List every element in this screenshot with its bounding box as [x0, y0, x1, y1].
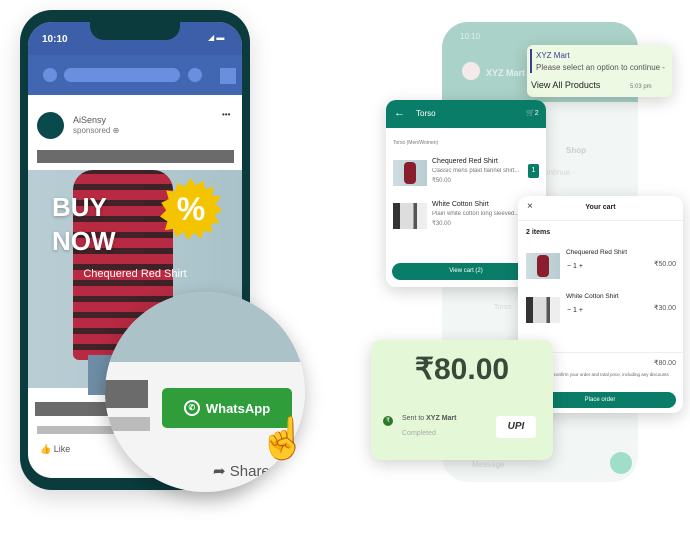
headline-1: BUY — [52, 192, 107, 222]
product-thumbnail — [393, 203, 427, 229]
product-caption: Chequered Red Shirt — [83, 268, 187, 280]
hand-pointer-icon: ☝ — [258, 417, 308, 461]
catalog-section: Torso (Men/Women) — [393, 140, 439, 146]
headline-2: NOW — [52, 226, 116, 256]
cart-count-label: 2 items — [526, 229, 551, 236]
sponsored-text: sponsored — [73, 126, 111, 135]
payment-amount: ₹80.00 — [414, 353, 510, 386]
item-qty[interactable]: 1 — [528, 164, 539, 178]
like-button[interactable]: 👍 Like — [40, 444, 70, 455]
more-options-icon[interactable]: ••• — [222, 110, 230, 119]
product-thumbnail — [526, 297, 560, 323]
like-label: Like — [53, 444, 71, 454]
back-arrow-icon[interactable]: ← — [394, 107, 405, 119]
mic-button[interactable] — [610, 452, 632, 474]
facebook-nav-bar — [28, 55, 242, 95]
view-all-products-button[interactable]: View All Products — [531, 80, 600, 90]
product-thumbnail — [393, 160, 427, 186]
cart-item: White Cotton Shirt − 1 + ₹30.00 — [526, 293, 676, 323]
item-price: ₹50.00 — [432, 178, 451, 184]
sent-to: Sent to XYZ Mart — [402, 415, 456, 422]
payment-status: Completed — [402, 430, 436, 437]
battery-icon: ◢ ▬ — [208, 33, 225, 42]
chat-contact-name: XYZ Mart — [486, 68, 526, 78]
placeholder-bar — [105, 380, 148, 408]
catalog-title: Torso — [416, 109, 436, 118]
globe-icon: ⊕ — [112, 126, 120, 135]
item-desc: Plain white cotton long sleeved... — [432, 211, 520, 217]
whatsapp-icon: ✆ — [183, 400, 200, 416]
cart-total: ₹80.00 — [654, 360, 676, 367]
item-qty: 1 — [573, 307, 577, 314]
item-name: White Cotton Shirt — [566, 293, 619, 300]
message-input[interactable]: Message — [472, 460, 504, 469]
magnifier-circle: ✆ WhatsApp ➦ Share — [105, 292, 305, 492]
item-name: Chequered Red Shirt — [432, 158, 498, 165]
magnified-image — [105, 292, 305, 362]
sent-to-prefix: Sent to — [402, 415, 427, 422]
qty-stepper[interactable]: − 1 + — [567, 263, 583, 270]
avatar[interactable] — [37, 112, 64, 139]
share-label: Share — [229, 463, 270, 480]
bubble-time: 5:03 pm — [630, 84, 652, 90]
nav-dot[interactable] — [188, 68, 202, 82]
nav-dot[interactable] — [43, 68, 57, 82]
chat-message-bubble: XYZ Mart Please select an option to cont… — [527, 45, 672, 97]
catalog-header: ← Torso 🛒2 — [386, 100, 546, 128]
bubble-text: Please select an option to continue - — [536, 63, 665, 72]
item-price: ₹50.00 — [654, 261, 676, 268]
item-qty: 1 — [573, 263, 577, 270]
bubble-sender: XYZ Mart — [536, 51, 570, 60]
divider — [518, 220, 683, 221]
phone-notch — [90, 22, 180, 40]
buy-now-headline: BUY NOW — [52, 190, 116, 258]
placeholder-bar — [105, 417, 150, 431]
share-button[interactable]: ➦ Share — [213, 462, 270, 480]
cart-count: 2 — [534, 110, 539, 117]
qty-stepper[interactable]: − 1 + — [567, 307, 583, 314]
placeholder-bar — [37, 150, 234, 163]
bg-torso: Torso — [494, 304, 512, 311]
chat-status-time: 10:10 — [460, 32, 481, 41]
whatsapp-label: WhatsApp — [205, 400, 271, 416]
nav-square[interactable] — [220, 68, 236, 84]
cart-title: Your cart — [585, 204, 616, 211]
item-price: ₹30.00 — [654, 305, 676, 312]
bg-shop: Shop — [566, 146, 586, 155]
item-name: White Cotton Shirt — [432, 201, 489, 208]
advertiser-name[interactable]: AiSensy — [73, 115, 106, 125]
search-bar[interactable] — [64, 68, 180, 82]
rupee-icon: ₹ — [383, 416, 393, 426]
cart-icon[interactable]: 🛒2 — [526, 109, 539, 117]
sponsored-label: sponsored ⊕ — [73, 126, 119, 135]
recipient: XYZ Mart — [426, 415, 457, 422]
cart-item: Chequered Red Shirt − 1 + ₹50.00 — [526, 249, 676, 279]
payment-card: ₹80.00 ₹ Sent to XYZ Mart Completed UPI — [371, 340, 553, 460]
item-name: Chequered Red Shirt — [566, 249, 628, 256]
catalog-item[interactable]: Chequered Red Shirt Classic mens plaid f… — [393, 158, 543, 186]
upi-logo: UPI — [496, 416, 536, 438]
contact-avatar — [462, 62, 480, 80]
item-price: ₹30.00 — [432, 221, 451, 227]
quote-bar — [530, 49, 532, 73]
item-desc: Classic mens plaid flannel shirt... — [432, 168, 520, 174]
product-thumbnail — [526, 253, 560, 279]
